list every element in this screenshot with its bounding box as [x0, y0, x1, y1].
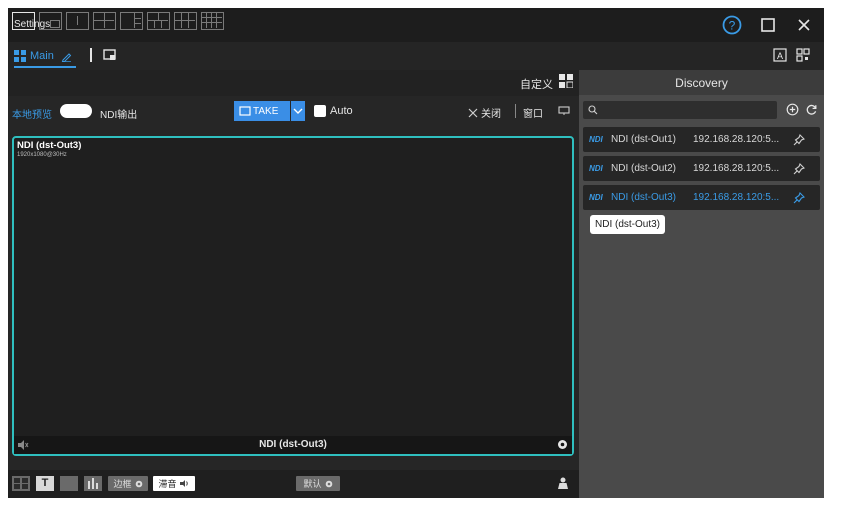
person-icon[interactable]	[557, 477, 569, 490]
image-overlay-icon[interactable]	[60, 476, 78, 491]
svg-text:?: ?	[729, 19, 736, 33]
mute-label: 滞音	[158, 479, 177, 489]
layout-pip-icon[interactable]	[39, 12, 62, 30]
layout-six-icon[interactable]	[174, 12, 197, 30]
take-icon	[239, 106, 251, 116]
toolbar-divider	[90, 48, 92, 62]
account-icon[interactable]: A	[773, 48, 787, 62]
qr-code-icon[interactable]	[796, 48, 810, 62]
monitor-icon[interactable]	[558, 106, 570, 116]
layout-single-icon[interactable]	[12, 12, 35, 30]
custom-layout-label[interactable]: 自定义	[520, 76, 553, 92]
ndi-logo: NDI	[589, 164, 603, 173]
source-tooltip: NDI (dst-Out3)	[590, 215, 666, 234]
source-name: NDI (dst-Out1)	[611, 134, 677, 145]
add-source-icon[interactable]	[786, 103, 799, 116]
maximize-icon[interactable]	[756, 14, 780, 36]
refresh-icon[interactable]	[805, 103, 818, 116]
preview-footer: NDI (dst-Out3)	[14, 436, 572, 454]
grid-icon	[14, 50, 26, 62]
source-name: NDI (dst-Out3)	[611, 192, 677, 203]
mute-button[interactable]: 滞音	[153, 476, 195, 491]
source-ip: 192.168.28.120:5...	[693, 163, 780, 174]
ndi-logo: NDI	[589, 193, 603, 202]
discovery-source-row-selected[interactable]: NDI NDI (dst-Out3) 192.168.28.120:5...	[583, 185, 820, 210]
source-ip: 192.168.28.120:5...	[693, 192, 780, 203]
svg-text:A: A	[777, 51, 783, 61]
take-dropdown-button[interactable]	[291, 101, 305, 121]
ndi-output-label: NDI输出	[100, 110, 138, 121]
border-settings-icon	[135, 480, 143, 488]
discovery-header: Discovery	[579, 70, 824, 95]
layout-five-icon[interactable]	[147, 12, 170, 30]
tab-main[interactable]: Main	[14, 46, 72, 66]
layout-1plus3-icon[interactable]	[120, 12, 143, 30]
active-tab-indicator	[14, 66, 76, 68]
discovery-search-input[interactable]	[583, 101, 777, 119]
default-button[interactable]: 默认	[296, 476, 340, 491]
preview-footer-name: NDI (dst-Out3)	[259, 439, 327, 450]
audio-meter-icon[interactable]	[84, 476, 102, 491]
layout-bar	[8, 70, 579, 96]
pin-icon[interactable]	[793, 133, 805, 146]
preview-settings-icon[interactable]	[557, 439, 568, 450]
preview-area[interactable]: NDI (dst-Out3) 1920x1080@30Hz NDI (dst-O…	[12, 136, 574, 456]
local-preview-label: 本地预览	[12, 110, 52, 121]
source-ip: 192.168.28.120:5...	[693, 134, 780, 145]
close-x-icon	[468, 108, 478, 118]
close-label: 关闭	[481, 109, 501, 120]
add-window-icon[interactable]	[103, 48, 117, 62]
control-divider	[515, 104, 516, 118]
border-label: 边框	[113, 479, 132, 489]
help-icon[interactable]: ?	[720, 14, 744, 36]
chevron-down-icon	[293, 107, 303, 115]
layout-quad-icon[interactable]	[93, 12, 116, 30]
auto-checkbox[interactable]	[314, 105, 326, 117]
ndi-logo: NDI	[589, 135, 603, 144]
take-button[interactable]: TAKE	[234, 101, 290, 121]
take-label: TAKE	[253, 105, 279, 117]
edit-icon[interactable]	[61, 51, 72, 62]
discovery-source-row[interactable]: NDI NDI (dst-Out1) 192.168.28.120:5...	[583, 127, 820, 152]
main-toolbar	[8, 42, 824, 70]
default-label: 默认	[303, 479, 322, 489]
discovery-source-row[interactable]: NDI NDI (dst-Out2) 192.168.28.120:5...	[583, 156, 820, 181]
close-output-button[interactable]: 关闭	[468, 105, 501, 120]
preview-source-name: NDI (dst-Out3)	[17, 140, 82, 151]
layout-nine-icon[interactable]	[201, 12, 224, 30]
pin-icon[interactable]	[793, 162, 805, 175]
source-name: NDI (dst-Out2)	[611, 163, 677, 174]
close-icon[interactable]	[792, 14, 816, 36]
pin-icon[interactable]	[793, 191, 805, 204]
local-preview-toggle[interactable]	[60, 104, 92, 118]
window-label[interactable]: 窗口	[523, 105, 543, 120]
main-tab-label: Main	[30, 50, 54, 62]
text-overlay-icon[interactable]: T	[36, 476, 54, 491]
speaker-icon	[179, 479, 190, 488]
custom-layout-icon[interactable]	[559, 74, 573, 88]
search-icon	[588, 105, 598, 115]
default-settings-icon	[325, 480, 333, 488]
layout-grid-button[interactable]	[12, 476, 30, 491]
auto-label: Auto	[330, 105, 353, 117]
preview-resolution: 1920x1080@30Hz	[17, 152, 67, 158]
settings-window: Settings ? Main A 自定义 本地预览 NDI输出 TAKE Au…	[8, 8, 824, 498]
layout-side-by-side-icon[interactable]	[66, 12, 89, 30]
border-button[interactable]: 边框	[108, 476, 148, 491]
